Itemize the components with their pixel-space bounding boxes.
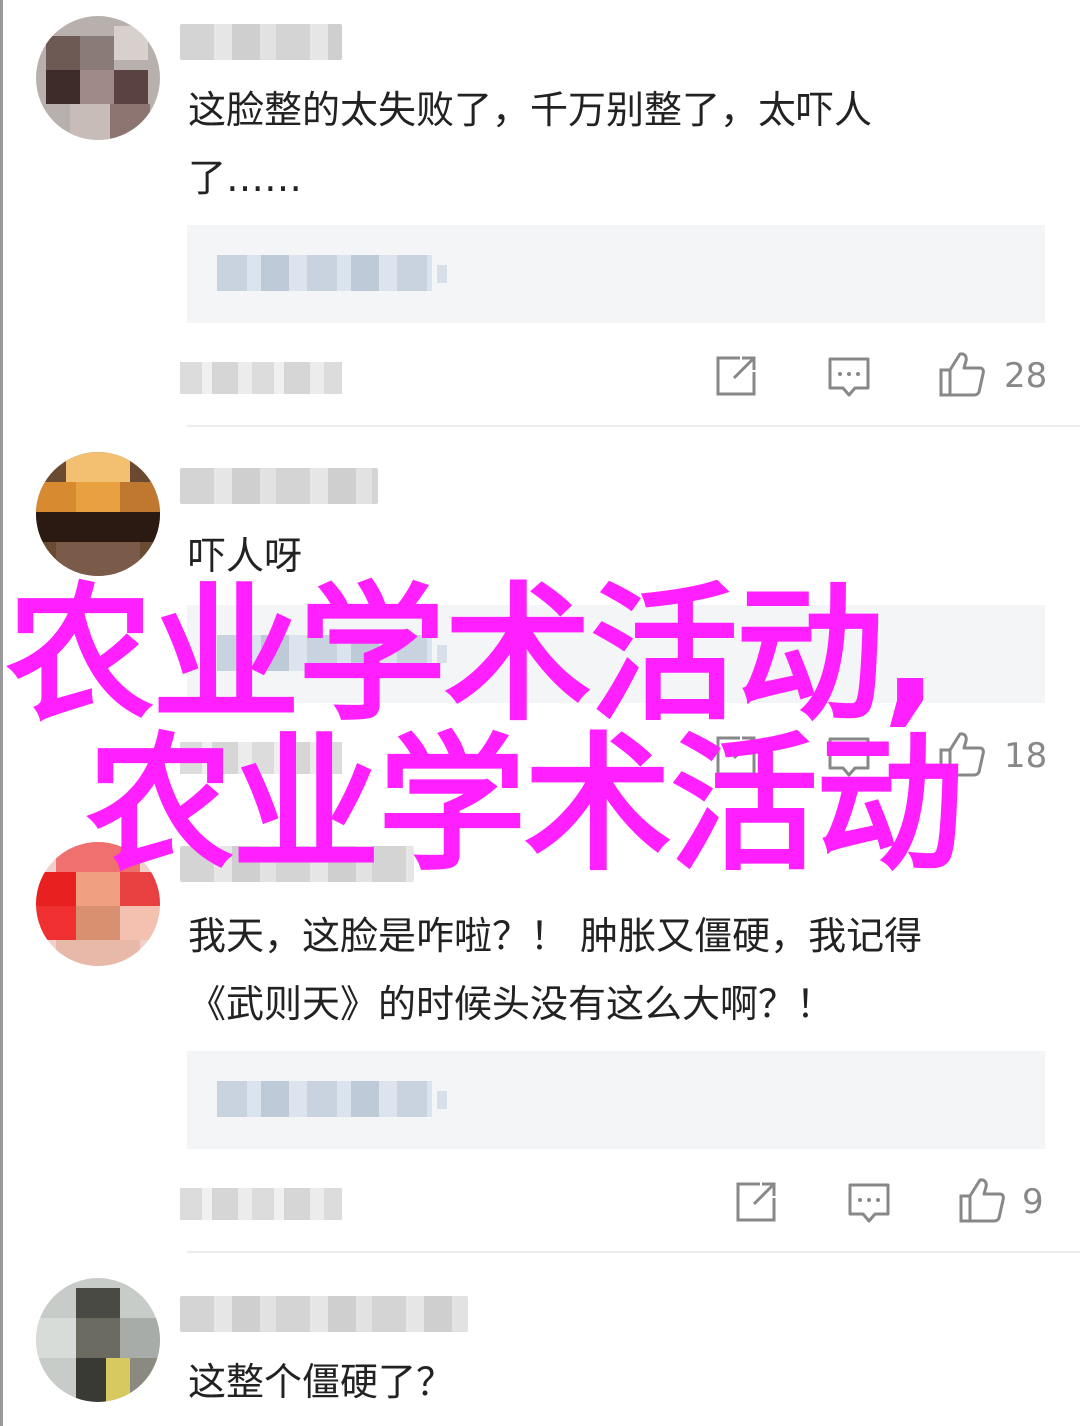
reply-preview[interactable] [187,225,1045,323]
thumbs-up-icon[interactable] [958,1176,1006,1224]
reply-icon[interactable] [827,356,871,400]
username[interactable] [180,24,342,60]
username[interactable] [180,468,378,504]
avatar[interactable] [36,1278,160,1402]
avatar[interactable] [36,452,160,576]
reply-author [217,255,432,291]
comment-text: 这脸整的太失败了，千万别整了，太吓人 了…… [188,88,873,200]
like-count: 9 [1022,1182,1044,1222]
watermark-line-1: 农业学术活动, [6,569,938,741]
comment-meta [180,1188,342,1220]
username[interactable] [180,1296,468,1332]
left-edge [0,0,3,1426]
watermark-line-2: 农业学术活动 [86,719,964,891]
thumbs-up-icon[interactable] [938,350,986,398]
divider [187,1251,1080,1253]
share-icon[interactable] [734,1180,778,1224]
avatar[interactable] [36,16,160,140]
divider [187,425,1080,427]
reply-preview[interactable] [187,1051,1045,1149]
like-count: 18 [1004,736,1048,776]
reply-author [217,1081,432,1117]
reply-icon[interactable] [847,1182,891,1226]
like-count: 28 [1004,356,1048,396]
comment-meta [180,362,342,394]
share-icon[interactable] [714,354,758,398]
comment-text: 这整个僵硬了？ [188,1360,455,1404]
comment-text: 我天，这脸是咋啦？！ 肿胀又僵硬，我记得 《武则天》的时候头没有这么大啊？！ [188,914,923,1026]
